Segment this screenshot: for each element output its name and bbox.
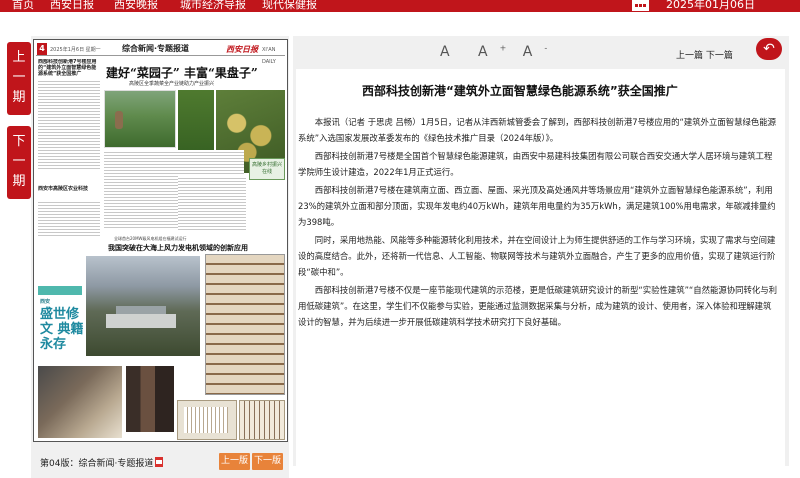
article-paragraph: 西部科技创新港7号楼是全国首个智慧绿色能源建筑，由西安中易建科技集团有限公司联合… <box>298 151 773 177</box>
font-increase-sign: + <box>499 43 507 52</box>
issue-date: 2025年01月06日 <box>666 0 755 11</box>
article-nav: 上一篇 下一篇 <box>676 48 733 61</box>
next-issue-char: 下 <box>12 134 26 149</box>
newspaper-page-thumbnail[interactable]: 4 2025年1月6日 星期一 综合新闻·专题报道 西安日报 XI'AN DAI… <box>33 39 288 442</box>
article-paragraph: 西部科技创新港7号楼在建筑南立面、西立面、屋面、采光顶及高处通风井等场景应用“建… <box>298 185 776 227</box>
nav-urban-economy[interactable]: 城市经济导报 <box>180 0 246 10</box>
page-label[interactable]: 第04版：综合新闻·专题报道 <box>40 456 164 469</box>
font-reset-button[interactable]: A <box>440 44 462 60</box>
main-subheadline: 高陵区全季蔬菜全产业链助力产业振兴 <box>129 81 215 87</box>
font-reset-icon: A <box>440 43 450 60</box>
prev-issue-char: 期 <box>12 90 26 105</box>
page-header-date: 2025年1月6日 星期一 <box>50 47 101 53</box>
reading-room-photo[interactable] <box>38 366 122 438</box>
page-section-title: 综合新闻·专题报道 <box>122 44 190 53</box>
font-increase-button[interactable]: A + <box>478 43 507 60</box>
text-block <box>38 79 100 169</box>
pdf-icon[interactable] <box>155 457 164 467</box>
article-body: 本报讯（记者 于思虎 吕畅）1月5日，记者从沣西新城管委会了解到，西部科技创新港… <box>298 114 778 332</box>
page-label-text: 第04版：综合新闻·专题报道 <box>40 459 154 469</box>
farm-field-photo[interactable] <box>104 90 176 148</box>
prev-article-link[interactable]: 上一篇 <box>676 51 703 61</box>
calendar-icon[interactable] <box>632 0 649 11</box>
page-number-badge: 4 <box>37 43 47 55</box>
font-decrease-sign: - <box>544 43 548 52</box>
culture-brand: 西安 <box>40 299 51 305</box>
font-decrease-icon: A <box>522 43 533 60</box>
article-title: 西部科技创新港“建筑外立面智慧绿色能源系统”获全国推广 <box>362 84 678 98</box>
article-paragraph: 本报讯（记者 于思虎 吕畅）1月5日，记者从沣西新城管委会了解到，西部科技创新港… <box>298 117 776 143</box>
back-arrow-icon[interactable]: ↶ <box>756 38 782 60</box>
article-paragraph: 同时，采用地热能、风能等多种能源转化利用技术，并在空间设计上为师生提供舒适的工作… <box>298 235 776 277</box>
culture-header-band <box>38 286 82 295</box>
left-column-headline-2[interactable]: 西安市高陵区农业科技 <box>38 186 100 192</box>
main-headline[interactable]: 建好“菜园子” 丰富“果盘子” <box>106 64 258 81</box>
prev-page-button[interactable]: 上一版 <box>219 453 250 470</box>
prev-issue-char: 上 <box>12 50 26 65</box>
second-headline[interactable]: 我国突破在大海上风力发电机领域的创新应用 <box>108 243 248 253</box>
font-decrease-button[interactable]: A- <box>522 43 548 60</box>
next-issue-button[interactable]: 下 一 期 <box>7 126 31 199</box>
prev-issue-char: 一 <box>12 70 26 85</box>
nav-xian-daily[interactable]: 西安日报 <box>50 0 94 10</box>
font-increase-icon: A <box>478 43 488 60</box>
book-display-photo[interactable] <box>126 366 174 432</box>
next-issue-char: 期 <box>12 174 26 189</box>
masthead-logo: 西安日报 <box>226 44 258 54</box>
nav-xian-evening[interactable]: 西安晚报 <box>114 0 158 10</box>
page-header-strip: 4 2025年1月6日 星期一 综合新闻·专题报道 西安日报 XI'AN DAI… <box>36 43 285 65</box>
text-block <box>178 176 246 230</box>
scroll-photo[interactable] <box>239 400 285 440</box>
next-issue-char: 一 <box>12 154 26 169</box>
bookshelves-photo[interactable] <box>205 254 285 395</box>
second-prehead: 全球首台20MW级风电机组在福建试运行 <box>114 236 187 241</box>
left-column-headline: 西部科技创新港7号楼应用的“建筑外立面智慧绿色能源系统”获全国推广 <box>38 59 97 77</box>
nav-home[interactable]: 首页 <box>12 0 34 10</box>
library-building-photo[interactable] <box>86 256 200 356</box>
promo-stamp: 高陵乡村振兴在线 <box>249 158 285 180</box>
top-nav-bar: 首页 西安日报 西安晚报 城市经济导报 现代保健报 2025年01月06日 <box>0 0 800 12</box>
manuscript-photo[interactable] <box>177 400 237 440</box>
article-paragraph: 西部科技创新港7号楼不仅是一座节能现代建筑的示范楼，更是低碳建筑研究设计的新型“… <box>298 285 778 327</box>
culture-feature-title[interactable]: 盛世修文 典籍永存 <box>40 307 86 352</box>
font-size-toolbar: A A + A- <box>440 43 559 60</box>
masthead-sub: XI'AN DAILY <box>262 47 276 65</box>
next-article-link[interactable]: 下一篇 <box>706 51 733 61</box>
text-block <box>38 200 100 236</box>
next-page-button[interactable]: 下一版 <box>252 453 283 470</box>
nav-modern-health[interactable]: 现代保健报 <box>262 0 317 10</box>
prev-issue-button[interactable]: 上 一 期 <box>7 42 31 115</box>
